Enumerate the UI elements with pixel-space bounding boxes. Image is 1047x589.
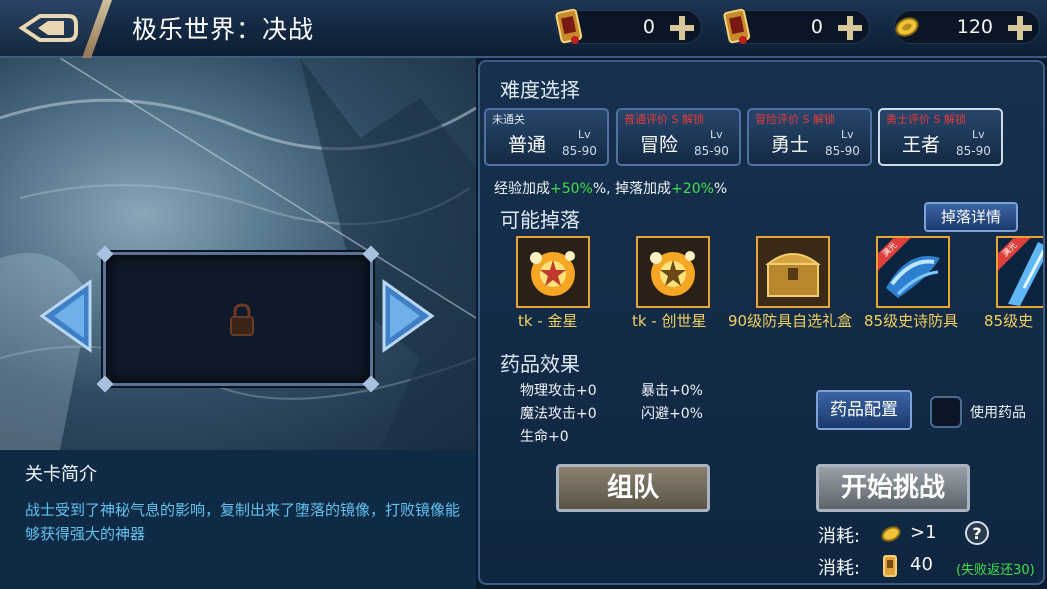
intro-text: 战士受到了神秘气息的影响，复制出来了堕落的镜像，打败镜像能够获得强大的神器 xyxy=(25,501,461,543)
stage-intro: 关卡简介 战士受到了神秘气息的影响，复制出来了堕落的镜像，打败镜像能够获得强大的… xyxy=(0,450,476,589)
gold-star-orb-icon xyxy=(518,238,588,306)
difficulty-name: 冒险 xyxy=(640,134,679,156)
help-icon[interactable]: ? xyxy=(964,520,990,546)
add-icon[interactable] xyxy=(1003,11,1037,45)
drop-item-label: tk - 创世星 xyxy=(632,312,707,330)
level-range: 85-90 xyxy=(694,144,729,158)
bonus-exp-label: 经验加成 xyxy=(494,181,550,197)
level-label: Lv xyxy=(578,128,591,141)
add-icon[interactable] xyxy=(665,11,699,45)
drop-item-icon[interactable] xyxy=(756,236,830,308)
resource-value: 0 xyxy=(810,16,823,38)
drop-item-label: 90级防具自选礼盒 xyxy=(728,312,853,330)
cost-value: >1 xyxy=(910,522,937,543)
stat-magic-attack: 魔法攻击+0 xyxy=(520,406,597,422)
svg-text:?: ? xyxy=(972,524,981,543)
difficulty-tag: 未通关 xyxy=(492,113,525,126)
cost-value: 40 xyxy=(910,554,933,575)
drop-item-icon[interactable]: 满光 xyxy=(996,236,1043,308)
stage-panel: 难度选择 未通关 普通 Lv 85-90 普通评价 S 解锁 冒险 Lv 85-… xyxy=(478,60,1045,585)
bonus-drop-label: %, 掉落加成 xyxy=(592,181,672,197)
stat-dodge: 闪避+0% xyxy=(641,406,703,422)
difficulty-adventure[interactable]: 普通评价 S 解锁 冒险 Lv 85-90 xyxy=(616,108,741,166)
stamina-icon xyxy=(883,555,897,577)
drop-list: tk - 金星 tk - 创世星 90级防具自选礼盒 满光 85级史诗防具 满光… xyxy=(480,234,1043,334)
cost-label: 消耗: xyxy=(818,558,861,579)
drop-detail-button[interactable]: 掉落详情 xyxy=(924,202,1018,232)
drop-item-label: 85级史诗防具 xyxy=(864,312,959,330)
drop-item-icon[interactable] xyxy=(516,236,590,308)
difficulty-name: 王者 xyxy=(902,134,941,156)
level-label: Lv xyxy=(841,128,854,141)
stage-map xyxy=(0,58,476,450)
resource-value: 0 xyxy=(642,16,655,38)
difficulty-tag: 普通评价 S 解锁 xyxy=(624,113,704,126)
cost-label: 消耗: xyxy=(818,526,861,547)
cost-refund-note: (失败返还30) xyxy=(956,563,1035,578)
difficulty-tag: 冒险评价 S 解锁 xyxy=(755,113,835,126)
potion-title: 药品效果 xyxy=(500,352,580,376)
drop-item-label: tk - 金星 xyxy=(518,312,578,330)
difficulty-name: 普通 xyxy=(508,134,547,156)
use-potion-checkbox[interactable] xyxy=(930,396,962,428)
gold-star-orb-icon xyxy=(638,238,708,306)
drop-item-icon[interactable] xyxy=(636,236,710,308)
level-range: 85-90 xyxy=(956,144,991,158)
top-bar: 极乐世界：决战 0 0 120 xyxy=(0,0,1047,58)
potion-config-button[interactable]: 药品配置 xyxy=(816,390,912,430)
lock-icon xyxy=(230,303,254,336)
resource-ticket-2: 0 xyxy=(723,8,870,45)
difficulty-tag: 勇士评价 S 解锁 xyxy=(886,113,966,126)
stat-physical-attack: 物理攻击+0 xyxy=(520,383,597,399)
difficulty-name: 勇士 xyxy=(771,134,810,156)
drop-item-icon[interactable]: 满光 xyxy=(876,236,950,308)
level-range: 85-90 xyxy=(562,144,597,158)
resource-ticket-1: 0 xyxy=(555,8,702,45)
level-label: Lv xyxy=(710,128,723,141)
level-label: Lv xyxy=(972,128,985,141)
treasure-chest-icon xyxy=(758,238,828,306)
team-button[interactable]: 组队 xyxy=(556,464,710,512)
page-title: 极乐世界：决战 xyxy=(132,15,315,44)
stat-critical: 暴击+0% xyxy=(641,383,703,399)
difficulty-normal[interactable]: 未通关 普通 Lv 85-90 xyxy=(484,108,609,166)
use-potion-label: 使用药品 xyxy=(970,405,1026,421)
gold-coin-icon xyxy=(881,526,901,542)
resource-value: 120 xyxy=(956,16,993,38)
level-range: 85-90 xyxy=(825,144,860,158)
difficulty-title: 难度选择 xyxy=(500,78,580,102)
stage-preview xyxy=(96,245,380,393)
bonus-text: 经验加成+50%%, 掉落加成+20%% xyxy=(494,178,727,198)
drops-title: 可能掉落 xyxy=(500,208,580,232)
prev-stage-arrow[interactable] xyxy=(38,278,94,354)
drop-item-label: 85级史 xyxy=(984,312,1034,330)
bonus-suffix: % xyxy=(713,181,728,197)
bonus-exp-value: +50% xyxy=(550,181,593,197)
intro-title: 关卡简介 xyxy=(25,464,97,485)
stat-hp: 生命+0 xyxy=(520,429,569,445)
bonus-drop-value: +20% xyxy=(671,181,714,197)
back-arrow-icon xyxy=(18,14,78,42)
next-stage-arrow[interactable] xyxy=(380,278,436,354)
resource-coin: 120 xyxy=(894,10,1040,44)
difficulty-warrior[interactable]: 冒险评价 S 解锁 勇士 Lv 85-90 xyxy=(747,108,872,166)
start-challenge-button[interactable]: 开始挑战 xyxy=(816,464,970,512)
add-icon[interactable] xyxy=(833,11,867,45)
difficulty-king[interactable]: 勇士评价 S 解锁 王者 Lv 85-90 xyxy=(878,108,1003,166)
